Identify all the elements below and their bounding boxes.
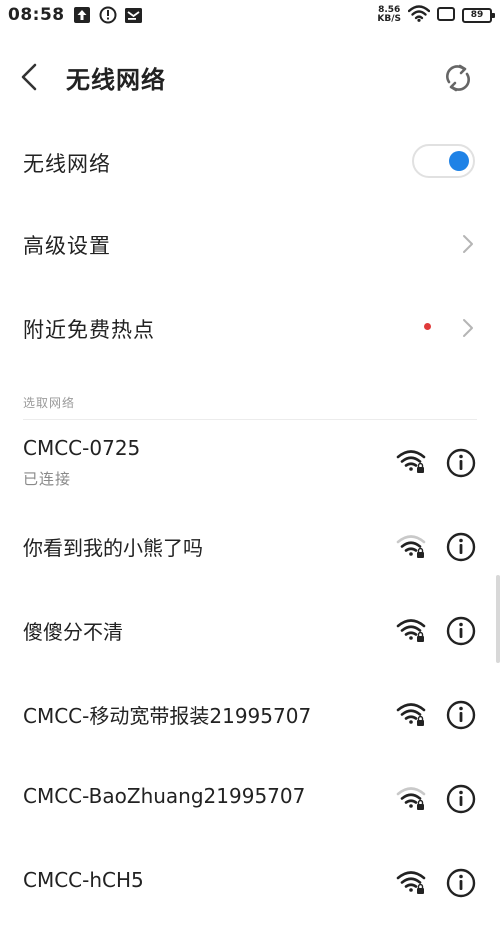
network-name: CMCC-移动宽带报装21995707 — [23, 704, 312, 728]
network-status: 已连接 — [23, 470, 72, 488]
toggle-knob — [449, 151, 469, 171]
battery-icon: 89 — [462, 7, 495, 23]
chevron-right-icon — [463, 319, 473, 337]
back-arrow-icon — [21, 63, 37, 91]
wifi-secured-strong-icon — [396, 619, 426, 642]
wifi-toggle-switch[interactable] — [412, 144, 475, 178]
wifi-secured-strong-icon — [396, 871, 426, 894]
network-name: CMCC-0725 — [23, 436, 141, 460]
status-bar-right: 8.56 KB/S 89 — [377, 4, 495, 26]
network-name: CMCC-hCH5 — [23, 868, 144, 892]
network-row[interactable]: CMCC-hCH5 — [0, 850, 500, 934]
status-bar-left: 08:58 — [8, 5, 143, 25]
advanced-settings-label: 高级设置 — [23, 234, 111, 258]
battery-level: 89 — [470, 10, 484, 20]
nearby-hotspots-label: 附近免费热点 — [23, 318, 155, 342]
refresh-icon — [446, 64, 470, 92]
page-title: 无线网络 — [66, 66, 166, 94]
network-row[interactable]: CMCC-BaoZhuang21995707 — [0, 766, 500, 850]
status-time: 08:58 — [8, 5, 65, 25]
wifi-secured-weak-icon — [396, 787, 426, 810]
network-name: 你看到我的小熊了吗 — [23, 536, 203, 560]
alarm-notification-icon — [99, 6, 117, 24]
wifi-secured-strong-icon — [396, 450, 426, 473]
network-row[interactable]: 傻傻分不清 — [0, 598, 500, 682]
new-badge-dot — [424, 323, 431, 330]
app-bar: 无线网络 — [0, 44, 500, 110]
refresh-button[interactable] — [442, 62, 474, 94]
section-header-choose-network: 选取网络 — [23, 396, 76, 410]
network-row[interactable]: CMCC-0725 已连接 — [0, 430, 500, 514]
network-row[interactable]: CMCC-移动宽带报装21995707 — [0, 682, 500, 766]
network-name: 傻傻分不清 — [23, 620, 123, 644]
screen-rotation-icon — [437, 6, 455, 25]
message-notification-icon — [125, 6, 143, 24]
network-speed-unit: KB/S — [377, 14, 401, 24]
wifi-toggle-label: 无线网络 — [23, 152, 111, 176]
info-icon[interactable] — [446, 868, 476, 898]
info-icon[interactable] — [446, 784, 476, 814]
info-icon[interactable] — [446, 700, 476, 730]
wifi-secured-weak-icon — [396, 535, 426, 558]
scrollbar[interactable] — [496, 575, 500, 663]
advanced-settings-row[interactable]: 高级设置 — [0, 204, 500, 284]
info-icon[interactable] — [446, 448, 476, 478]
upload-notification-icon — [73, 6, 91, 24]
info-icon[interactable] — [446, 616, 476, 646]
chevron-right-icon — [463, 235, 473, 253]
network-speed: 8.56 KB/S — [377, 6, 401, 24]
info-icon[interactable] — [446, 532, 476, 562]
wifi-status-icon — [407, 4, 431, 26]
status-bar: 08:58 8.56 KB/S 89 — [0, 0, 500, 30]
back-button[interactable] — [18, 62, 42, 92]
network-row[interactable]: 你看到我的小熊了吗 — [0, 514, 500, 598]
wifi-secured-strong-icon — [396, 703, 426, 726]
divider — [23, 419, 477, 420]
network-name: CMCC-BaoZhuang21995707 — [23, 784, 306, 808]
